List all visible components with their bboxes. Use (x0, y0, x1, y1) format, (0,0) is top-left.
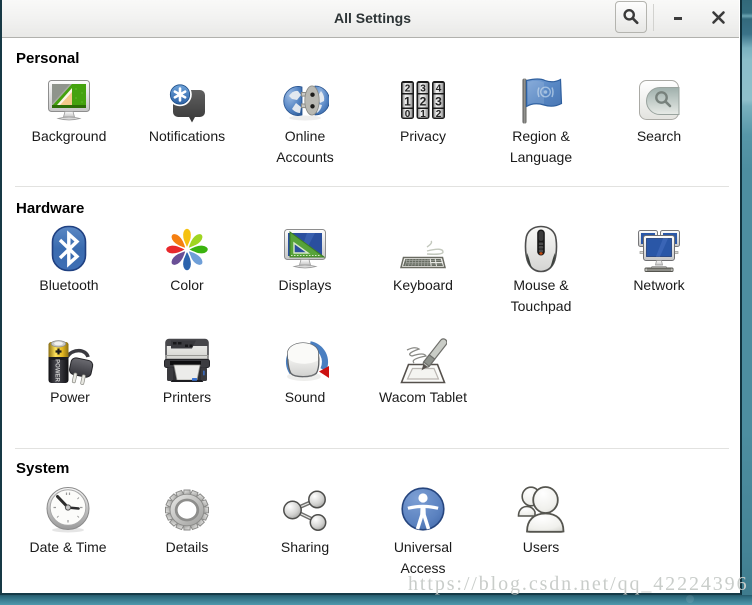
svg-text:2: 2 (405, 84, 411, 95)
svg-text:3: 3 (435, 95, 442, 109)
svg-text:1: 1 (420, 109, 426, 120)
svg-text:POWER: POWER (54, 359, 60, 382)
svg-text:1: 1 (404, 95, 411, 109)
svg-text:0: 0 (405, 109, 411, 120)
svg-text:2: 2 (420, 95, 427, 109)
svg-text:3: 3 (420, 84, 426, 95)
svg-text:2: 2 (436, 109, 442, 120)
svg-text:4: 4 (436, 84, 442, 95)
